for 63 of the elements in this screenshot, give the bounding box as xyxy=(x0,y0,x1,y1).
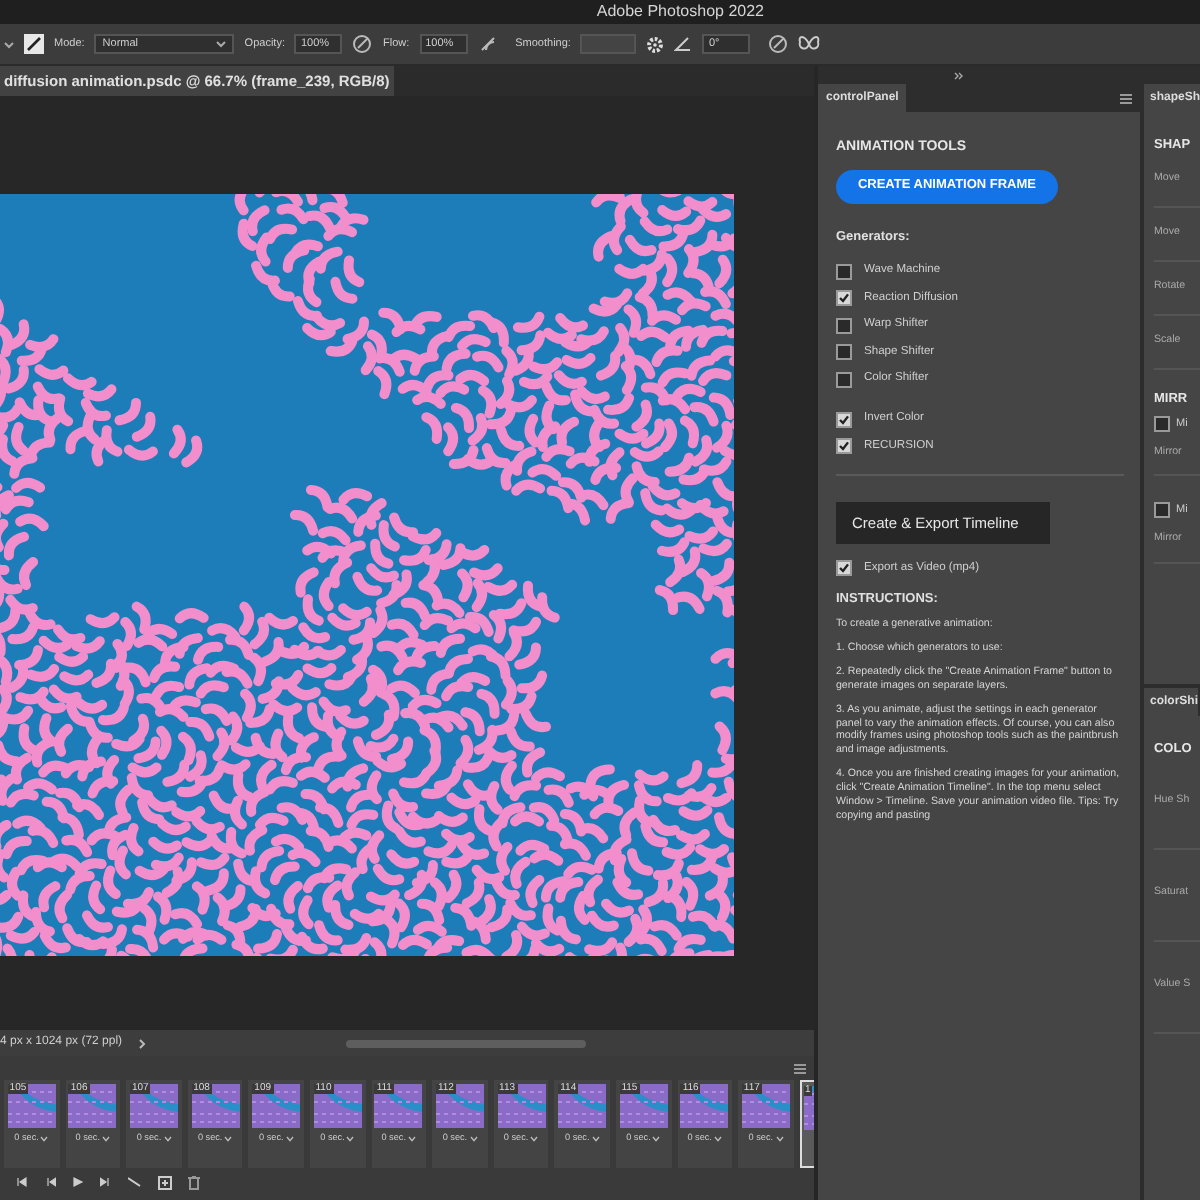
pressure-size-icon[interactable] xyxy=(768,34,789,54)
chevron-down-icon[interactable] xyxy=(163,1135,172,1142)
check-icon xyxy=(837,292,850,305)
chevron-down-icon[interactable] xyxy=(530,1135,539,1142)
chevron-down-icon[interactable] xyxy=(469,1135,478,1142)
frame-thumbnail xyxy=(313,1084,362,1128)
frame-thumbnail xyxy=(191,1084,240,1128)
chevron-right-icon[interactable] xyxy=(138,1037,147,1049)
next-frame-icon[interactable] xyxy=(100,1176,112,1188)
play-icon[interactable] xyxy=(72,1176,84,1188)
duplicate-frame-icon[interactable] xyxy=(158,1175,172,1189)
frame-thumbnail xyxy=(680,1084,729,1128)
chevron-down-icon xyxy=(216,40,227,48)
collapse-panels-icon[interactable] xyxy=(954,71,964,79)
checkbox[interactable] xyxy=(835,371,852,388)
checkbox[interactable] xyxy=(835,263,852,280)
checkbox[interactable] xyxy=(835,560,852,577)
frame-thumbnail xyxy=(619,1084,668,1128)
chevron-down-icon[interactable] xyxy=(407,1135,416,1142)
pressure-pen-icon[interactable] xyxy=(352,34,373,54)
frame-thumbnail xyxy=(129,1084,178,1128)
checkbox[interactable] xyxy=(835,411,852,428)
frame-thumbnail xyxy=(435,1084,484,1128)
horizontal-scrollbar[interactable] xyxy=(346,1039,587,1047)
frame-thumbnail xyxy=(252,1084,301,1128)
panel-menu-icon[interactable] xyxy=(794,1063,806,1073)
checkbox[interactable] xyxy=(835,290,852,307)
chevron-down-icon[interactable] xyxy=(224,1135,233,1142)
chevron-down-icon[interactable] xyxy=(713,1135,722,1142)
frame-thumbnail xyxy=(558,1084,607,1128)
tween-icon[interactable] xyxy=(128,1176,142,1188)
frame-thumbnail xyxy=(374,1084,423,1128)
smoothing-field[interactable] xyxy=(580,34,637,54)
frame-thumbnail xyxy=(497,1084,546,1128)
trash-icon[interactable] xyxy=(188,1175,200,1189)
chevron-down-icon[interactable] xyxy=(652,1135,661,1142)
brush-preset-icon[interactable] xyxy=(24,34,44,54)
check-icon xyxy=(837,562,850,575)
chevron-down-icon[interactable] xyxy=(285,1135,294,1142)
previous-frame-icon[interactable] xyxy=(44,1176,56,1188)
app-title: Adobe Photoshop 2022 xyxy=(596,4,764,20)
frame-thumbnail xyxy=(741,1084,790,1128)
check-icon xyxy=(837,440,850,453)
frame-thumbnail xyxy=(68,1084,117,1128)
frame-thumbnail xyxy=(7,1084,56,1128)
gear-icon[interactable] xyxy=(646,35,665,53)
angle-icon xyxy=(674,36,693,52)
chevron-down-icon[interactable] xyxy=(102,1135,111,1142)
checkbox[interactable] xyxy=(835,344,852,361)
checkbox[interactable] xyxy=(835,438,852,455)
checkbox[interactable] xyxy=(1153,502,1170,519)
butterfly-icon[interactable] xyxy=(798,34,821,54)
chevron-down-icon[interactable] xyxy=(591,1135,600,1142)
airbrush-icon[interactable] xyxy=(477,34,498,54)
first-frame-icon[interactable] xyxy=(16,1176,28,1188)
chevron-down-icon[interactable] xyxy=(4,39,14,49)
panel-menu-icon[interactable] xyxy=(1119,94,1132,104)
chevron-down-icon[interactable] xyxy=(346,1135,355,1142)
chevron-down-icon[interactable] xyxy=(40,1135,49,1142)
check-icon xyxy=(837,413,850,426)
chevron-down-icon[interactable] xyxy=(775,1135,784,1142)
checkbox[interactable] xyxy=(835,317,852,334)
checkbox[interactable] xyxy=(1153,416,1170,433)
